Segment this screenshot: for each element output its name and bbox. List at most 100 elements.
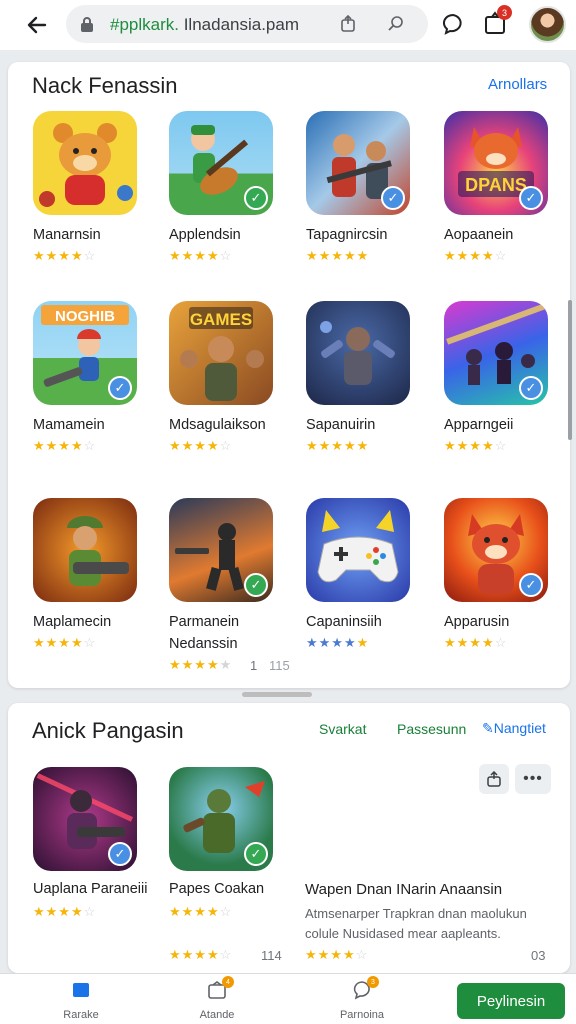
app-icon[interactable]: ✓ xyxy=(169,111,273,215)
nav-label: Atande xyxy=(199,1009,235,1021)
app-icon[interactable]: ✓ xyxy=(33,767,137,871)
check-icon: ✓ xyxy=(244,186,268,210)
featured-rating: ★★★★☆ xyxy=(305,947,369,962)
app-icon[interactable]: ✓ xyxy=(444,498,548,602)
back-arrow-icon[interactable] xyxy=(22,10,52,40)
section-title: Anick Pangasin xyxy=(32,718,184,743)
app-rating: ★★★★★ xyxy=(169,657,233,672)
url-text[interactable]: #pplkark. Ilnadansia.pam xyxy=(110,15,299,35)
app-name[interactable]: Mdsagulaikson xyxy=(169,417,266,433)
app-name[interactable]: Applendsin xyxy=(169,227,241,243)
store-icon: 4 xyxy=(207,976,234,1005)
chat-icon[interactable] xyxy=(441,12,465,41)
share-icon[interactable] xyxy=(338,14,358,39)
featured-count: 03 xyxy=(531,948,546,963)
app-name[interactable]: Maplamecin xyxy=(33,614,111,630)
lock-icon xyxy=(80,16,94,38)
app-rating: ★★★★☆ xyxy=(33,438,97,453)
app-name[interactable]: Apparusin xyxy=(444,614,509,630)
notification-icon[interactable]: 3 xyxy=(484,5,512,40)
app-icon[interactable]: ✓ xyxy=(169,767,273,871)
app-icon[interactable] xyxy=(306,498,410,602)
share-box-icon xyxy=(487,771,501,787)
app-icon[interactable]: ✓ xyxy=(444,301,548,405)
app-rating: ★★★★★ xyxy=(306,438,370,453)
scrollbar[interactable] xyxy=(568,300,572,440)
home-icon xyxy=(71,980,91,1005)
check-icon: ✓ xyxy=(244,573,268,597)
check-icon: ✓ xyxy=(244,842,268,866)
app-name[interactable]: Parmanein xyxy=(169,614,239,630)
edit-link[interactable]: ✎Nangtiet xyxy=(482,720,546,737)
app-icon[interactable] xyxy=(33,498,137,602)
url-path: Ilnadansia.pam xyxy=(178,15,300,34)
app-rating: ★★★★☆ xyxy=(33,904,97,919)
nav-label: Rarake xyxy=(63,1009,99,1021)
nav-item-chat[interactable]: 3 Parnoina xyxy=(317,976,407,1021)
app-rating: ★★★★☆ xyxy=(169,248,233,263)
nav-badge: 3 xyxy=(367,976,379,988)
address-bar[interactable]: #pplkark. Ilnadansia.pam xyxy=(66,5,428,43)
rating-count: 114 xyxy=(261,948,282,963)
rating-count: 1 xyxy=(250,658,258,673)
check-icon: ✓ xyxy=(381,186,405,210)
check-icon: ✓ xyxy=(519,573,543,597)
app-rating: ★★★★☆ xyxy=(444,438,508,453)
logo-text: DPANS xyxy=(465,175,527,195)
url-domain: #pplkark. xyxy=(110,15,179,34)
nav-badge: 4 xyxy=(222,976,234,988)
filter-link[interactable]: Svarkat xyxy=(319,721,366,737)
app-name-line2[interactable]: Nedanssin xyxy=(169,636,238,652)
logo-text: NOGHIB xyxy=(55,308,115,325)
app-name[interactable]: Tapagnircsin xyxy=(306,227,387,243)
avatar[interactable] xyxy=(529,6,566,43)
edit-link-label: Nangtiet xyxy=(493,720,546,736)
browser-toolbar: #pplkark. Ilnadansia.pam 3 xyxy=(0,0,576,50)
app-rating: ★★★★☆ xyxy=(444,248,508,263)
app-name[interactable]: Manarnsin xyxy=(33,227,101,243)
app-icon[interactable]: ✓ xyxy=(169,498,273,602)
app-name[interactable]: Aopaanein xyxy=(444,227,513,243)
chat-bubble-icon: 3 xyxy=(352,976,379,1005)
app-rating: ★★★★☆ xyxy=(444,635,508,650)
app-rating-secondary: ★★★★☆ xyxy=(169,947,233,962)
featured-description: Atmsenarper Trapkran dnan maolukun colul… xyxy=(305,906,527,941)
app-name[interactable]: Capaninsiih xyxy=(306,614,382,630)
app-rating: ★★★★☆ xyxy=(169,904,233,919)
nav-item-updates[interactable]: 4 Atande xyxy=(172,976,262,1021)
search-icon[interactable] xyxy=(386,14,406,39)
app-name[interactable]: Papes Coakan xyxy=(169,881,264,897)
section-see-all-link[interactable]: Arnollars xyxy=(488,76,547,93)
app-icon[interactable]: GAMES xyxy=(169,301,273,405)
app-rating: ★★★★★ xyxy=(306,248,370,263)
review-count: 115 xyxy=(269,658,290,673)
pencil-icon: ✎ xyxy=(482,720,494,736)
app-rating: ★★★★☆ xyxy=(33,248,97,263)
more-icon[interactable]: ••• xyxy=(515,764,551,794)
app-icon[interactable]: ✓ xyxy=(306,111,410,215)
app-name[interactable]: Apparngeii xyxy=(444,417,513,433)
app-icon[interactable] xyxy=(33,111,137,215)
notification-badge: 3 xyxy=(497,5,512,20)
app-icon[interactable]: NOGHIB ✓ xyxy=(33,301,137,405)
logo-text: GAMES xyxy=(190,310,252,329)
app-icon[interactable] xyxy=(306,301,410,405)
drag-handle[interactable] xyxy=(242,692,312,697)
filter-link[interactable]: Passesunn xyxy=(397,721,466,737)
app-name[interactable]: Sapanuirin xyxy=(306,417,375,433)
share-button[interactable] xyxy=(479,764,509,794)
section-title: Nack Fenassin xyxy=(32,73,178,98)
app-name[interactable]: Uaplana Paraneiii xyxy=(33,881,147,897)
check-icon: ✓ xyxy=(108,842,132,866)
install-button[interactable]: Peylinesin xyxy=(457,983,565,1019)
app-icon[interactable]: DPANS ✓ xyxy=(444,111,548,215)
featured-title[interactable]: Wapen Dnan INarin Anaansin xyxy=(305,881,502,898)
check-icon: ✓ xyxy=(519,186,543,210)
app-name[interactable]: Mamamein xyxy=(33,417,105,433)
nav-label: Parnoina xyxy=(339,1009,385,1021)
check-icon: ✓ xyxy=(519,376,543,400)
check-icon: ✓ xyxy=(108,376,132,400)
app-rating: ★★★★★ xyxy=(306,635,370,650)
nav-item-home[interactable]: Rarake xyxy=(36,980,126,1021)
app-rating: ★★★★☆ xyxy=(33,635,97,650)
